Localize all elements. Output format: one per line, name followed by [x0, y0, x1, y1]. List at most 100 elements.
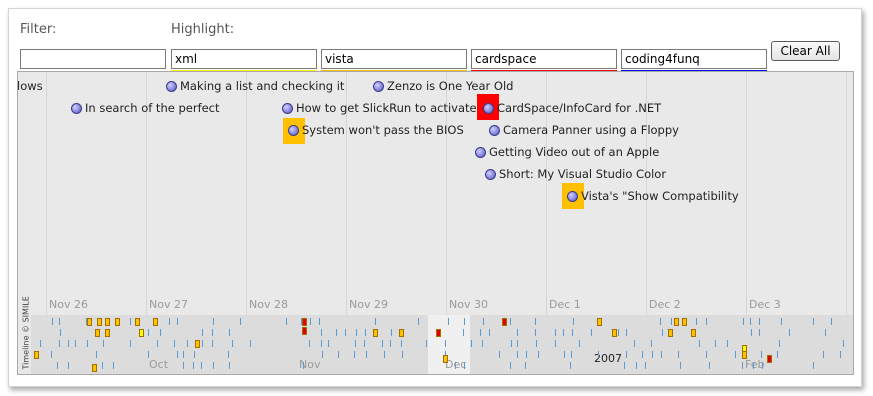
timeline-event[interactable]: Vista's "Show Compatibility — [567, 188, 739, 204]
overview-highlight-tick — [302, 318, 307, 326]
event-dot-icon — [567, 191, 578, 202]
overview-event-tick — [384, 351, 385, 358]
date-label: Nov 27 — [149, 298, 188, 311]
overview-highlight-tick — [597, 318, 602, 326]
highlight-input-3[interactable] — [471, 49, 617, 69]
overview-event-tick — [564, 351, 565, 358]
day-gridline — [846, 72, 847, 315]
event-dot-icon — [485, 169, 496, 180]
timeline-event[interactable]: Getting Video out of an Apple — [475, 144, 659, 160]
timeline-event[interactable]: CardSpace/InfoCard for .NET — [483, 100, 661, 116]
overview-event-tick — [213, 318, 214, 325]
overview-event-tick — [59, 318, 60, 325]
event-label: Vista's "Show Compatibility — [581, 189, 739, 203]
overview-event-tick — [52, 318, 53, 325]
overview-event-tick — [843, 340, 844, 347]
overview-event-tick — [157, 340, 158, 347]
overview-event-tick — [463, 329, 464, 336]
overview-highlight-tick — [373, 329, 378, 337]
overview-event-tick — [626, 329, 627, 336]
overview-event-tick — [759, 318, 760, 325]
event-label: Making a list and checking it — [180, 79, 345, 93]
timeline-widget: Filter: Highlight: Clear All Nov 26 Nov … — [8, 8, 862, 387]
overview-event-tick — [183, 351, 184, 358]
event-label: Zenzo is One Year Old — [387, 79, 514, 93]
overview-event-tick — [471, 340, 472, 347]
overview-event-tick — [660, 318, 661, 325]
overview-event-tick — [336, 329, 337, 336]
event-dot-icon — [166, 81, 177, 92]
overview-event-tick — [535, 318, 536, 325]
highlight-input-1[interactable] — [171, 49, 317, 69]
event-label: CardSpace/InfoCard for .NET — [497, 101, 662, 115]
date-label: Dec 2 — [649, 298, 681, 311]
overview-highlight-tick — [612, 329, 617, 337]
overview-event-tick — [706, 318, 707, 325]
overview-event-tick — [779, 340, 780, 347]
timeline-event[interactable]: How to get SlickRun to activate — [282, 100, 477, 116]
overview-event-tick — [365, 329, 366, 336]
overview-event-tick — [499, 351, 500, 358]
highlight-input-4[interactable] — [621, 49, 767, 69]
day-gridline — [246, 72, 247, 315]
detail-band[interactable]: Nov 26 Nov 27 Nov 28 Nov 29 Nov 30 Dec 1… — [18, 72, 853, 315]
overview-event-tick — [517, 329, 518, 336]
overview-event-tick — [511, 340, 512, 347]
overview-highlight-tick — [87, 318, 92, 326]
overview-event-tick — [240, 318, 241, 325]
overview-event-tick — [753, 362, 754, 369]
overview-event-tick — [68, 340, 69, 347]
overview-event-tick — [303, 362, 304, 369]
overview-event-tick — [355, 340, 356, 347]
overview-event-tick — [626, 351, 627, 358]
overview-event-tick — [464, 318, 465, 325]
overview-event-tick — [777, 351, 778, 358]
overview-event-tick — [761, 351, 762, 358]
highlight-input-2[interactable] — [321, 49, 467, 69]
timeline-event[interactable]: Zenzo is One Year Old — [373, 78, 513, 94]
overview-event-tick — [87, 340, 88, 347]
overview-event-tick — [345, 329, 346, 336]
overview-event-tick — [825, 329, 826, 336]
date-label: Nov 29 — [349, 298, 388, 311]
filter-label: Filter: — [20, 22, 57, 37]
overview-event-tick — [59, 340, 60, 347]
overview-highlight-tick — [674, 318, 679, 326]
date-label: Dec 1 — [549, 298, 581, 311]
overview-event-tick — [229, 329, 230, 336]
clear-all-button[interactable]: Clear All — [771, 41, 840, 61]
filter-input[interactable] — [20, 49, 166, 69]
overview-event-tick — [750, 318, 751, 325]
event-dot-icon — [71, 103, 82, 114]
overview-event-tick — [743, 318, 744, 325]
overview-event-tick — [402, 351, 403, 358]
event-dot-icon — [288, 125, 299, 136]
timeline-event[interactable]: Camera Panner using a Floppy — [489, 122, 679, 138]
overview-event-tick — [727, 340, 728, 347]
overview-event-tick — [759, 329, 760, 336]
overview-event-tick — [321, 340, 322, 347]
highlight-label: Highlight: — [171, 22, 235, 37]
timeline-event[interactable]: In search of the perfect — [71, 100, 220, 116]
overview-event-tick — [624, 362, 625, 369]
event-label: How to get SlickRun to activate — [296, 101, 477, 115]
overview-event-tick — [328, 340, 329, 347]
timeline-event[interactable]: System won't pass the BIOS — [288, 122, 464, 138]
overview-event-tick — [382, 340, 383, 347]
overview-band[interactable]: Oct Nov Dec 2007 Feb — [31, 315, 853, 374]
overview-event-tick — [250, 340, 251, 347]
overview-event-tick — [525, 362, 526, 369]
overview-event-tick — [148, 329, 149, 336]
overview-event-tick — [51, 351, 52, 358]
overview-event-tick — [618, 329, 619, 336]
timeline-event[interactable]: Short: My Visual Studio Color — [485, 166, 666, 182]
overview-event-tick — [174, 340, 175, 347]
timeline-event[interactable]: Making a list and checking it — [166, 78, 344, 94]
overview-event-tick — [573, 318, 574, 325]
timeline-event[interactable]: lows — [18, 78, 43, 94]
timeline-area[interactable]: Nov 26 Nov 27 Nov 28 Nov 29 Nov 30 Dec 1… — [17, 71, 854, 375]
overview-event-tick — [696, 318, 697, 325]
overview-event-tick — [194, 351, 195, 358]
overview-event-tick — [103, 340, 104, 347]
overview-highlight-tick — [302, 327, 307, 335]
